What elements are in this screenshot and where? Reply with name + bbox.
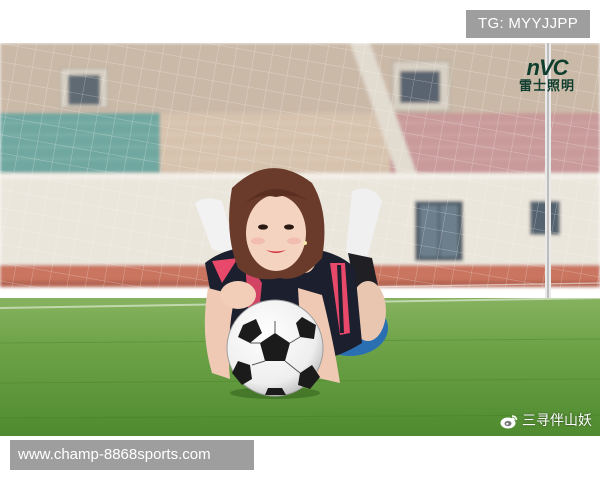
weibo-watermark-text: 三寻伴山妖 [522,413,592,429]
sponsor-logo: nVC 雷士照明 [508,57,586,95]
sponsor-logo-mark: nVC [526,55,569,80]
sponsor-logo-text: 雷士照明 [518,79,575,94]
page: TG: MYYJJPP nVC 雷士照明 三寻伴山妖 www.champ-886… [0,0,600,480]
photo [0,43,600,436]
telegram-watermark-tag: TG: MYYJJPP [466,10,590,38]
weibo-icon [500,414,518,428]
url-banner: www.champ-8868sports.com [10,440,254,470]
soccer-ball [226,299,324,399]
weibo-watermark: 三寻伴山妖 [500,412,592,430]
